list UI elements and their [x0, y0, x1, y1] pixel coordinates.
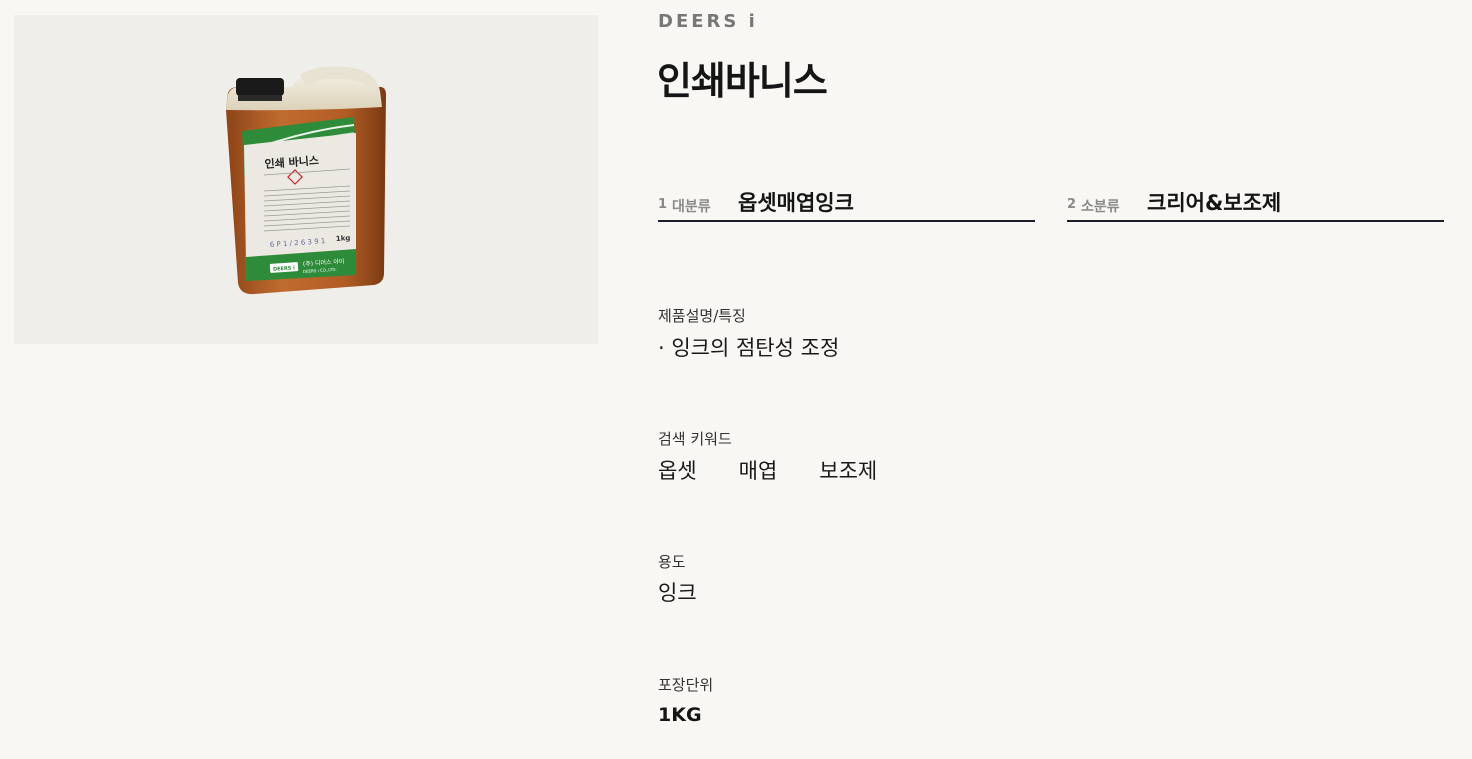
keywords-list: 옵셋 매엽 보조제 [658, 455, 877, 485]
packaging-value: 1KG [658, 704, 702, 726]
keyword-item[interactable]: 매엽 [739, 455, 778, 485]
keywords-label: 검색 키워드 [658, 430, 732, 448]
usage-label: 용도 [658, 553, 686, 571]
category-major: 1 대분류 옵셋매엽잉크 [658, 186, 1035, 222]
category-number: 2 [1067, 197, 1077, 212]
packaging-label: 포장단위 [658, 676, 714, 694]
category-label: 대분류 [672, 199, 711, 215]
description-value: · 잉크의 점탄성 조정 [658, 336, 840, 360]
keyword-item[interactable]: 옵셋 [658, 455, 697, 485]
usage-value: 잉크 [658, 581, 697, 605]
product-image: 인쇄 바니스 6 P 1 / 2 6 3 9 1 1kg DEERS i (주)… [14, 15, 598, 344]
label-weight: 1kg [336, 234, 351, 243]
category-label: 소분류 [1081, 199, 1120, 215]
category-value: 크리어&보조제 [1147, 191, 1282, 215]
product-title: 인쇄바니스 [657, 59, 828, 103]
description-label: 제품설명/특징 [658, 307, 746, 325]
category-value: 옵셋매엽잉크 [738, 191, 854, 215]
brand-logo: DEERS i [658, 11, 758, 32]
category-number: 1 [658, 197, 668, 212]
keyword-item[interactable]: 보조제 [819, 455, 877, 485]
category-minor: 2 소분류 크리어&보조제 [1067, 186, 1444, 222]
varnish-container-illustration: 인쇄 바니스 6 P 1 / 2 6 3 9 1 1kg DEERS i (주)… [226, 66, 386, 295]
